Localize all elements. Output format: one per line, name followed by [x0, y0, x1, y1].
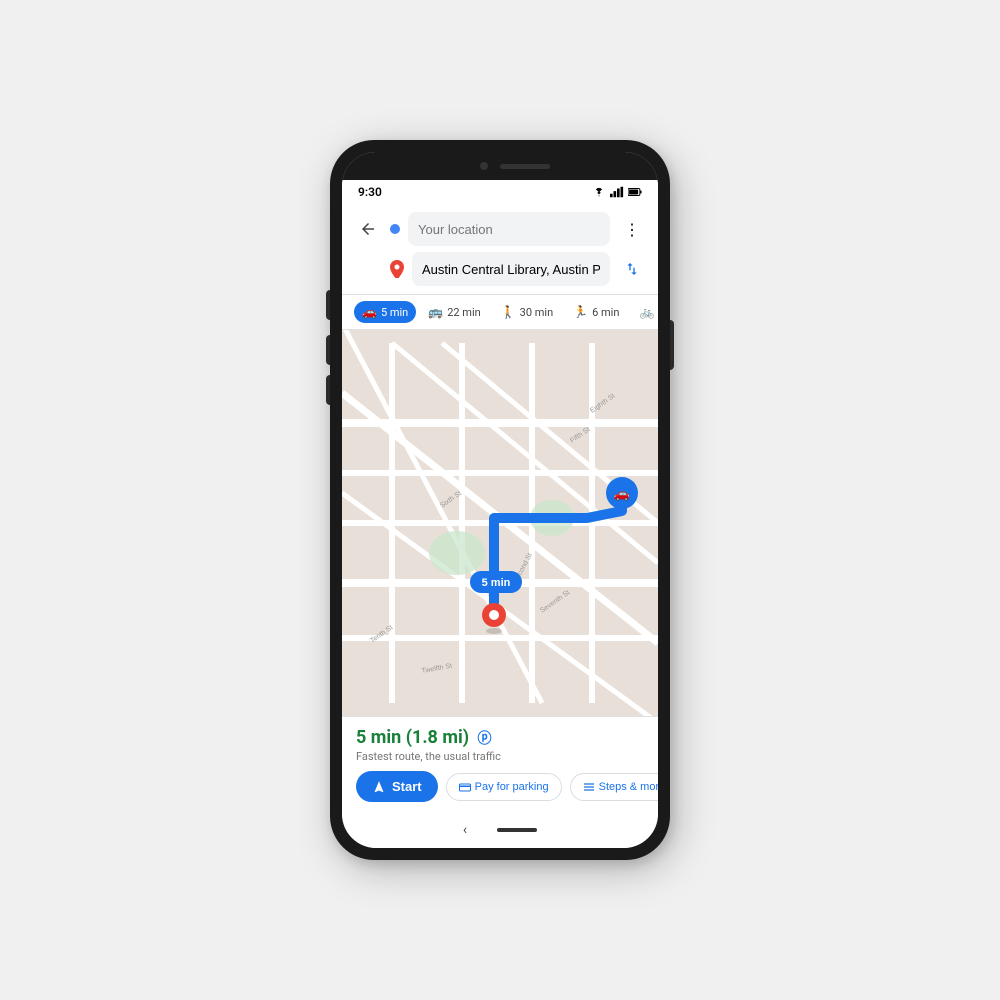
navigation-icon	[372, 780, 386, 794]
car-icon: 🚗	[362, 305, 377, 319]
signal-icon	[610, 186, 624, 198]
steps-more-button[interactable]: Steps & more	[570, 773, 658, 801]
run-icon: 🏃	[573, 305, 588, 319]
start-label: Start	[392, 779, 422, 794]
more-options-button[interactable]: ⋮	[618, 215, 646, 243]
walk-icon: 🚶	[501, 305, 516, 319]
status-time: 9:30	[358, 185, 382, 199]
driving-time: 5 min	[381, 306, 408, 319]
route-time-text: 5 min (1.8 mi)	[356, 727, 469, 748]
start-button[interactable]: Start	[356, 771, 438, 802]
volume-up-button[interactable]	[326, 290, 330, 320]
bottom-panel: 5 min (1.8 mi) ⓟ Fastest route, the usua…	[342, 716, 658, 812]
pay-parking-label: Pay for parking	[475, 781, 549, 793]
run-time: 6 min	[592, 306, 619, 319]
destination-input[interactable]	[412, 252, 610, 286]
wifi-icon	[592, 186, 606, 198]
battery-icon	[628, 186, 642, 198]
phone-nav-bar: ‹	[342, 812, 658, 848]
origin-row: ⋮	[354, 212, 646, 246]
destination-pin-icon	[390, 260, 404, 278]
tab-driving[interactable]: 🚗 5 min	[354, 301, 416, 323]
status-bar: 9:30	[342, 180, 658, 204]
phone-notch	[342, 152, 658, 180]
map-svg: Eighth St Fifth St Sixth St Seventh St S…	[342, 330, 658, 716]
earpiece	[500, 164, 550, 169]
bus-icon: 🚌	[428, 305, 443, 319]
walk-time: 30 min	[520, 306, 554, 319]
app-header: ⋮	[342, 204, 658, 295]
tab-bike[interactable]: 🚲 10 m	[631, 301, 658, 323]
front-camera	[480, 162, 488, 170]
svg-text:🚗: 🚗	[614, 487, 630, 502]
transport-tabs: 🚗 5 min 🚌 22 min 🚶 30 min 🏃 6 min 🚲 10 m	[342, 295, 658, 330]
pay-parking-button[interactable]: Pay for parking	[446, 773, 562, 801]
phone-frame: 9:30	[330, 140, 670, 860]
back-button[interactable]	[354, 215, 382, 243]
steps-more-label: Steps & more	[599, 781, 658, 793]
map-view[interactable]: Eighth St Fifth St Sixth St Seventh St S…	[342, 330, 658, 716]
bike-icon: 🚲	[639, 305, 654, 319]
status-icons	[592, 186, 642, 198]
volume-down-button[interactable]	[326, 335, 330, 365]
swap-directions-button[interactable]	[618, 255, 646, 283]
route-info: 5 min (1.8 mi) ⓟ Fastest route, the usua…	[356, 727, 644, 763]
route-time: 5 min (1.8 mi) ⓟ	[356, 727, 644, 748]
destination-row	[354, 252, 646, 286]
home-indicator[interactable]	[497, 828, 537, 832]
silent-button[interactable]	[326, 375, 330, 405]
tab-walk[interactable]: 🚶 30 min	[493, 301, 561, 323]
origin-dot	[390, 224, 400, 234]
list-icon	[583, 782, 595, 792]
back-nav-icon[interactable]: ‹	[463, 822, 467, 838]
origin-input[interactable]	[408, 212, 610, 246]
transit-time: 22 min	[447, 306, 481, 319]
power-button[interactable]	[670, 320, 674, 370]
svg-text:5 min: 5 min	[482, 577, 511, 589]
action-buttons: Start Pay for parking Steps & more	[356, 771, 644, 802]
more-icon: ⋮	[624, 220, 640, 239]
phone-screen: 9:30	[342, 152, 658, 848]
parking-icon: ⓟ	[478, 731, 492, 747]
card-icon	[459, 782, 471, 792]
tab-run[interactable]: 🏃 6 min	[565, 301, 627, 323]
route-description: Fastest route, the usual traffic	[356, 750, 644, 763]
tab-transit[interactable]: 🚌 22 min	[420, 301, 488, 323]
